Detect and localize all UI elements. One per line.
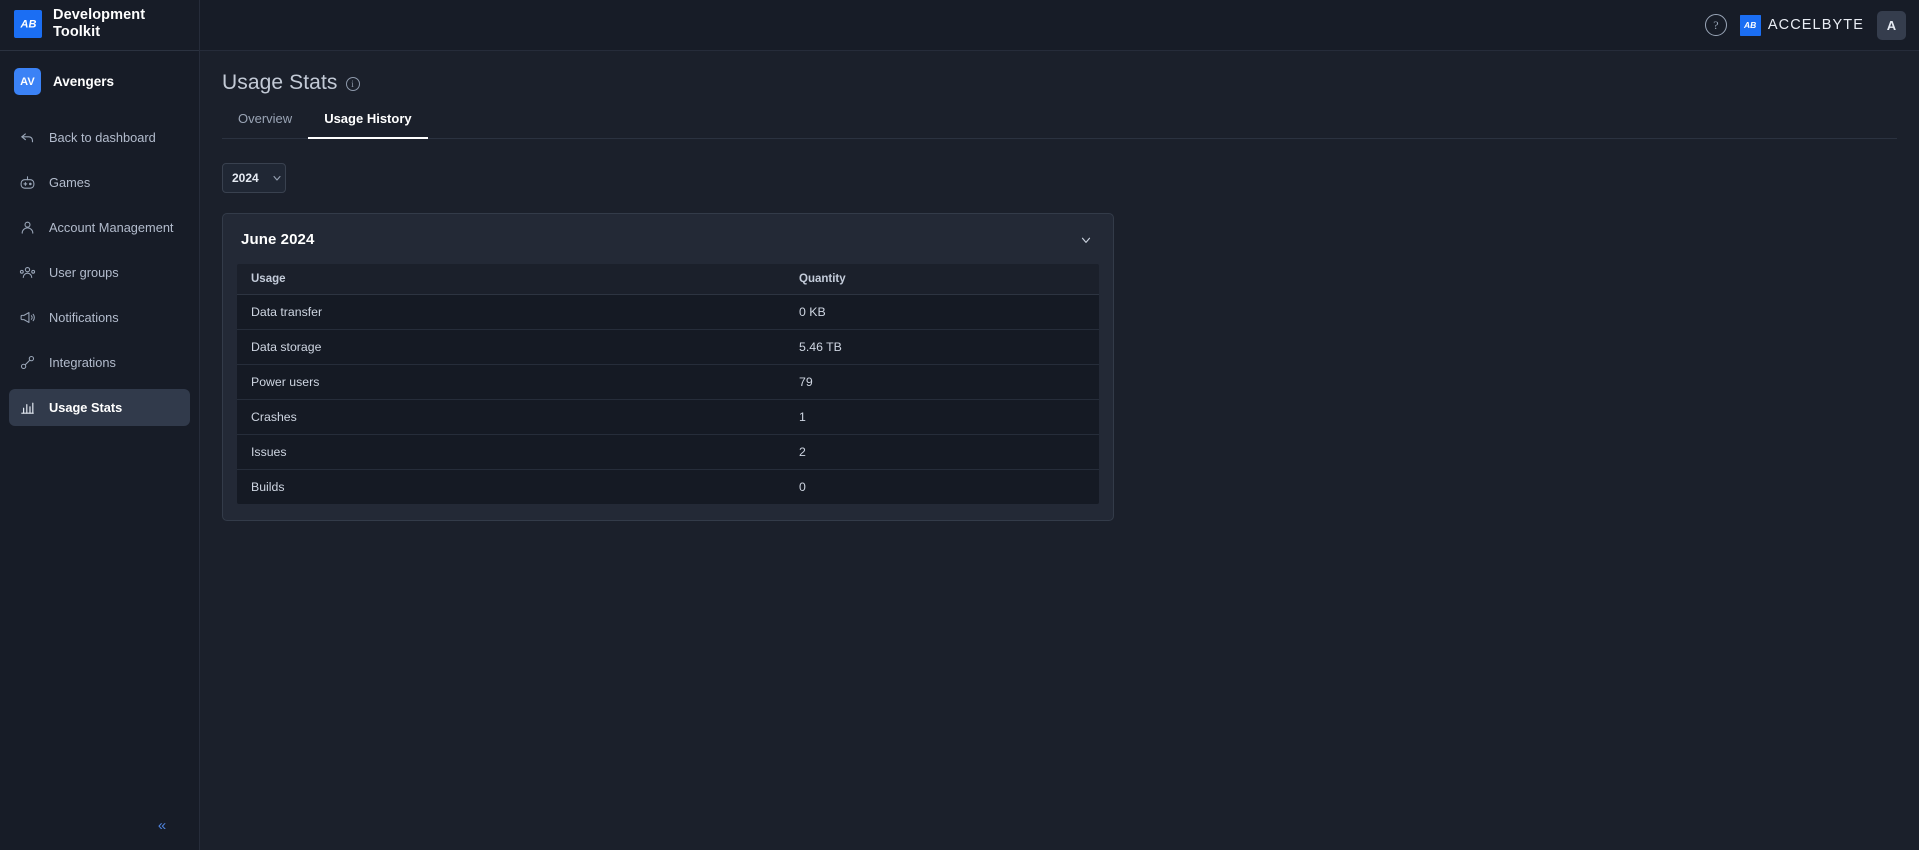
sidebar-item-label: Back to dashboard (49, 130, 156, 145)
page-title: Usage Stats (222, 71, 338, 94)
column-header-quantity: Quantity (785, 264, 1099, 295)
accelbyte-brand: AB ACCELBYTE (1739, 14, 1864, 36)
year-filter-select[interactable]: 2024 (222, 163, 286, 193)
tab-bar: Overview Usage History (222, 106, 1897, 139)
sidebar-item-user-groups[interactable]: User groups (9, 254, 190, 291)
sidebar-item-back-to-dashboard[interactable]: Back to dashboard (9, 119, 190, 156)
cell-quantity: 5.46 TB (785, 329, 1099, 365)
sidebar-item-label: Notifications (49, 310, 119, 325)
sidebar-item-account-management[interactable]: Account Management (9, 209, 190, 246)
table-header-row: Usage Quantity (237, 264, 1099, 295)
cell-usage: Crashes (237, 399, 785, 435)
sidebar: AB Development Toolkit AV Avengers Back … (0, 0, 200, 850)
chevron-double-left-icon[interactable]: « (149, 812, 175, 838)
chevron-down-icon (271, 172, 283, 184)
sidebar-item-usage-stats[interactable]: Usage Stats (9, 389, 190, 426)
column-header-usage: Usage (237, 264, 785, 295)
chevron-down-icon[interactable] (1079, 233, 1093, 247)
svg-text:AB: AB (1743, 19, 1756, 29)
sidebar-item-label: User groups (49, 265, 119, 280)
gamepad-icon (19, 174, 36, 191)
table-row: Crashes 1 (237, 399, 1099, 435)
card-header-toggle[interactable]: June 2024 (223, 214, 1113, 264)
usage-table-head: Usage Quantity (237, 264, 1099, 295)
svg-text:AB: AB (20, 19, 37, 31)
cell-usage: Data storage (237, 329, 785, 365)
accelbyte-mark-icon: AB (1739, 14, 1761, 36)
cell-quantity: 0 KB (785, 294, 1099, 330)
table-row: Builds 0 (237, 469, 1099, 504)
card-title: June 2024 (241, 231, 315, 248)
brand-header: AB Development Toolkit (0, 0, 199, 51)
sidebar-item-label: Integrations (49, 355, 116, 370)
help-circle-icon[interactable]: ? (1704, 14, 1727, 36)
cell-usage: Issues (237, 434, 785, 470)
users-group-icon (19, 264, 36, 281)
avatar[interactable]: A (1877, 10, 1906, 40)
sidebar-collapse-row: « (0, 800, 200, 850)
table-row: Issues 2 (237, 434, 1099, 470)
sidebar-item-games[interactable]: Games (9, 164, 190, 201)
table-row: Data storage 5.46 TB (237, 329, 1099, 365)
user-icon (19, 219, 36, 236)
sidebar-item-label: Games (49, 175, 91, 190)
month-usage-card: June 2024 Usage Quantity Data transfer 0… (222, 213, 1114, 521)
sidebar-item-label: Usage Stats (49, 400, 123, 415)
table-row: Data transfer 0 KB (237, 294, 1099, 330)
org-name: Avengers (53, 74, 115, 89)
plug-icon (19, 354, 36, 371)
page-content: Usage Stats i Overview Usage History 202… (200, 51, 1919, 850)
usage-table-wrapper: Usage Quantity Data transfer 0 KB Data s… (237, 264, 1099, 504)
info-circle-icon[interactable]: i (345, 77, 360, 91)
table-row: Power users 79 (237, 364, 1099, 400)
org-initials-badge: AV (14, 68, 41, 95)
sidebar-item-notifications[interactable]: Notifications (9, 299, 190, 336)
app-root: AB Development Toolkit AV Avengers Back … (0, 0, 1919, 850)
usage-table-body: Data transfer 0 KB Data storage 5.46 TB … (237, 294, 1099, 504)
cell-quantity: 1 (785, 399, 1099, 435)
sidebar-item-integrations[interactable]: Integrations (9, 344, 190, 381)
cell-usage: Data transfer (237, 294, 785, 330)
bar-chart-icon (19, 399, 36, 416)
cell-quantity: 79 (785, 364, 1099, 400)
megaphone-icon (19, 309, 36, 326)
brand-name: Development Toolkit (53, 6, 146, 40)
main-area: ? AB ACCELBYTE A Usage Stats i Overview … (200, 0, 1919, 850)
accelbyte-logo-icon: AB (14, 10, 42, 38)
back-arrow-icon (19, 129, 36, 146)
tab-overview[interactable]: Overview (222, 106, 308, 139)
accelbyte-wordmark: ACCELBYTE (1767, 17, 1864, 33)
sidebar-item-label: Account Management (49, 220, 174, 235)
cell-quantity: 0 (785, 469, 1099, 504)
tab-usage-history[interactable]: Usage History (308, 106, 428, 139)
cell-usage: Builds (237, 469, 785, 504)
page-title-row: Usage Stats i (222, 71, 1897, 95)
topbar: ? AB ACCELBYTE A (200, 0, 1919, 51)
year-filter-value: 2024 (232, 171, 259, 185)
cell-usage: Power users (237, 364, 785, 400)
org-switcher[interactable]: AV Avengers (0, 58, 199, 105)
usage-table: Usage Quantity Data transfer 0 KB Data s… (237, 264, 1099, 504)
cell-quantity: 2 (785, 434, 1099, 470)
sidebar-nav: Back to dashboard Games Account Manageme… (0, 119, 199, 434)
